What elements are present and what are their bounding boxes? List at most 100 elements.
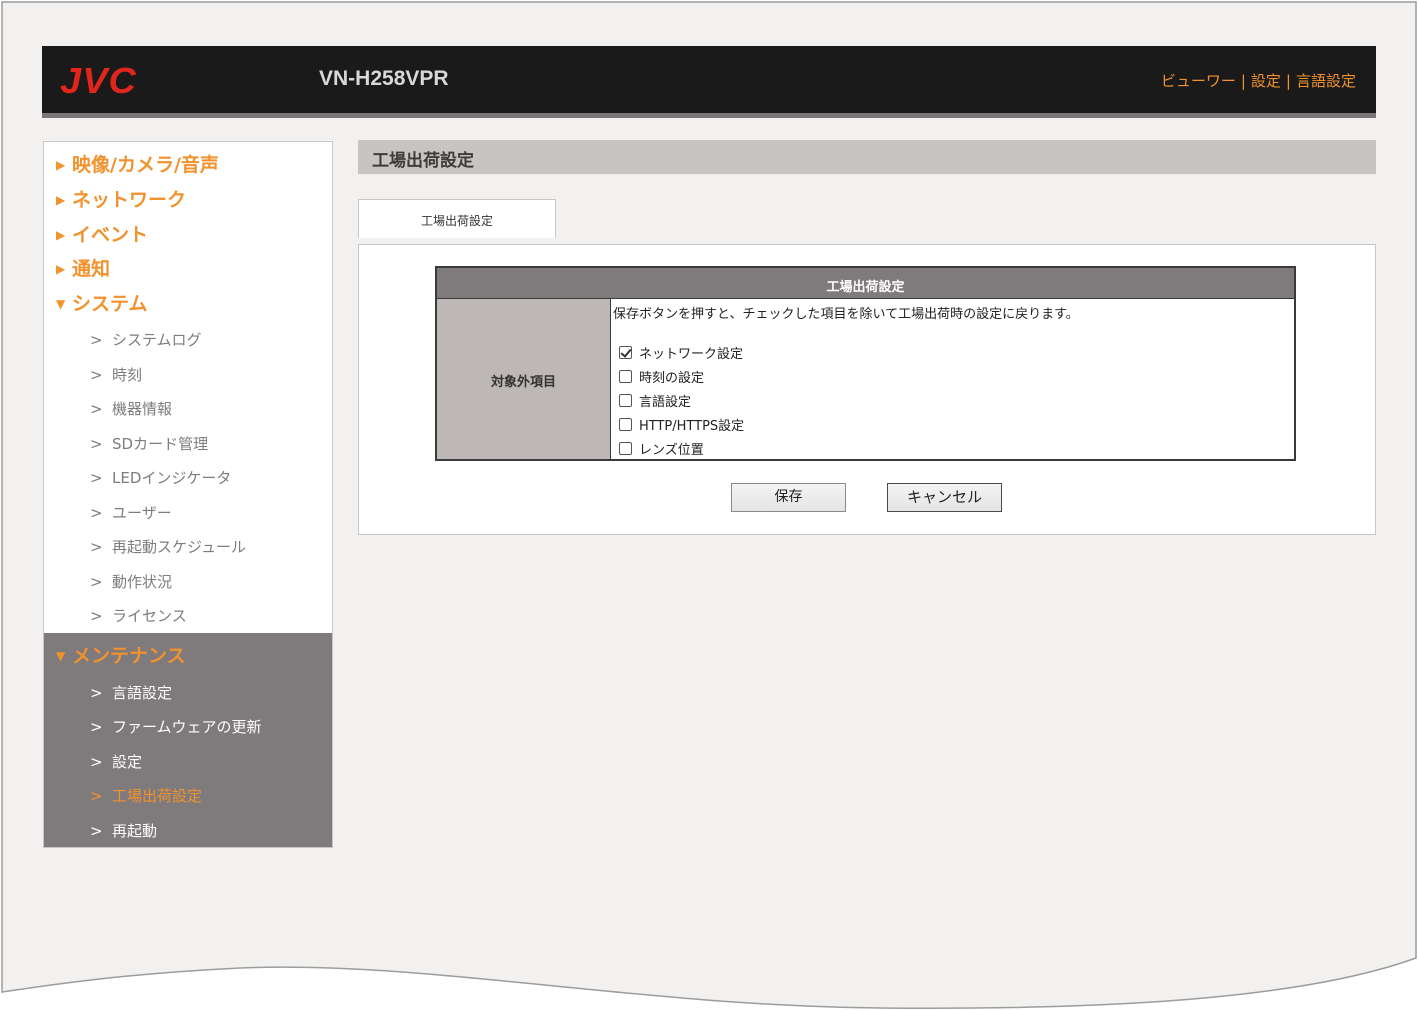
sidebar-item-reboot[interactable]: > 再起動 [90, 820, 157, 841]
sidebar-item-factory-reset[interactable]: > 工場出荷設定 [90, 785, 202, 806]
sidebar-category-label: ネットワーク [72, 189, 187, 211]
option-label: レンズ位置 [639, 443, 704, 458]
option-time[interactable]: 時刻の設定 [619, 367, 704, 386]
chevron-right-icon: > [90, 573, 103, 591]
chevron-right-icon: > [90, 331, 103, 349]
table-header: 工場出荷設定 [437, 268, 1294, 299]
chevron-right-icon: > [90, 753, 103, 771]
settings-table: 工場出荷設定 対象外項目 保存ボタンを押すと、チェックした項目を除いて工場出荷時… [435, 266, 1296, 461]
viewer-link[interactable]: ビューワー [1161, 70, 1236, 91]
chevron-right-icon: > [90, 538, 103, 556]
model-name: VN-H258VPR [319, 67, 449, 90]
chevron-right-icon: > [90, 366, 103, 384]
link-separator: | [1240, 71, 1246, 90]
sidebar-item-label: 機器情報 [112, 400, 173, 418]
sidebar-category-event[interactable]: ▶ イベント [56, 220, 148, 247]
checkbox-icon[interactable] [619, 394, 632, 407]
sidebar-item-label: システムログ [112, 331, 202, 349]
chevron-right-icon: > [90, 718, 103, 736]
chevron-right-icon: > [90, 607, 103, 625]
row-label: 対象外項目 [490, 375, 556, 390]
option-label: ネットワーク設定 [639, 347, 744, 362]
option-label: 言語設定 [639, 395, 692, 410]
chevron-right-icon: > [90, 504, 103, 522]
sidebar-item-label: ライセンス [112, 607, 187, 625]
page: JVC VN-H258VPR ビューワー | 設定 | 言語設定 ▶ 映像/カメラ… [0, 0, 1418, 1011]
triangle-right-icon: ▶ [56, 228, 66, 242]
sidebar-item-label: LEDインジケータ [112, 469, 232, 487]
checkbox-icon[interactable] [619, 442, 632, 455]
description-text: 保存ボタンを押すと、チェックした項目を除いて工場出荷時の設定に戻ります。 [613, 307, 1079, 322]
sidebar-item-license[interactable]: > ライセンス [90, 605, 187, 626]
sidebar-category-label: 通知 [72, 258, 111, 280]
option-language[interactable]: 言語設定 [619, 391, 691, 410]
sidebar-item-settings[interactable]: > 設定 [90, 751, 142, 772]
cancel-button[interactable]: キャンセル [887, 483, 1002, 512]
sidebar-item-status[interactable]: > 動作状況 [90, 571, 172, 592]
table-header-label: 工場出荷設定 [826, 280, 905, 295]
sidebar-item-firmware[interactable]: > ファームウェアの更新 [90, 716, 262, 737]
sidebar-category-label: 映像/カメラ/音声 [72, 154, 219, 176]
sidebar-item-label: 再起動 [112, 822, 158, 840]
option-network[interactable]: ネットワーク設定 [619, 343, 743, 362]
chevron-right-icon: > [90, 435, 103, 453]
option-http[interactable]: HTTP/HTTPS設定 [619, 415, 744, 434]
sidebar-maintenance-section: ▼ メンテナンス > 言語設定 > ファームウェアの更新 > 設定 > 工場出荷設定 > 再… [44, 633, 332, 847]
option-lens[interactable]: レンズ位置 [619, 439, 704, 458]
table-row-label-cell: 対象外項目 [437, 299, 611, 459]
sidebar-item-label: 工場出荷設定 [112, 787, 203, 805]
sidebar-item-label: 設定 [112, 753, 143, 771]
section-title-bar: 工場出荷設定 [358, 140, 1376, 174]
link-separator: | [1285, 71, 1291, 90]
sidebar-item-label: ユーザー [112, 504, 172, 522]
sidebar-category-video[interactable]: ▶ 映像/カメラ/音声 [56, 150, 219, 177]
option-label: HTTP/HTTPS設定 [639, 419, 745, 434]
save-button[interactable]: 保存 [731, 483, 846, 512]
sidebar-item-reboot-schedule[interactable]: > 再起動スケジュール [90, 536, 246, 557]
sidebar-item-label: 時刻 [112, 366, 143, 384]
header-links: ビューワー | 設定 | 言語設定 [1161, 70, 1356, 91]
jvc-logo: JVC [60, 60, 137, 101]
sidebar-category-maintenance[interactable]: ▼ メンテナンス [56, 641, 186, 668]
sidebar-category-label: システム [72, 293, 148, 315]
sidebar-item-language[interactable]: > 言語設定 [90, 682, 172, 703]
sidebar-item-label: SDカード管理 [112, 435, 209, 453]
triangle-right-icon: ▶ [56, 262, 66, 276]
sidebar-category-system[interactable]: ▼ システム [56, 289, 147, 316]
top-header: JVC VN-H258VPR ビューワー | 設定 | 言語設定 [42, 46, 1376, 118]
table-value-cell: 保存ボタンを押すと、チェックした項目を除いて工場出荷時の設定に戻ります。 ネット… [611, 299, 1294, 459]
sidebar-item-label: 再起動スケジュール [112, 538, 246, 556]
sidebar-item-label: ファームウェアの更新 [112, 718, 262, 736]
sidebar-item-led[interactable]: > LEDインジケータ [90, 467, 231, 488]
triangle-down-icon: ▼ [56, 297, 66, 311]
triangle-down-icon: ▼ [56, 649, 66, 663]
settings-link[interactable]: 設定 [1251, 70, 1281, 91]
sidebar-item-user[interactable]: > ユーザー [90, 502, 172, 523]
sidebar-category-label: メンテナンス [72, 645, 186, 667]
sidebar-item-device-info[interactable]: > 機器情報 [90, 398, 172, 419]
settings-panel: 工場出荷設定 対象外項目 保存ボタンを押すと、チェックした項目を除いて工場出荷時… [358, 244, 1376, 535]
triangle-right-icon: ▶ [56, 158, 66, 172]
chevron-right-icon: > [90, 469, 103, 487]
page-title: 工場出荷設定 [372, 151, 474, 171]
sidebar-item-label: 言語設定 [112, 684, 173, 702]
tab-label: 工場出荷設定 [420, 214, 493, 228]
sidebar-category-network[interactable]: ▶ ネットワーク [56, 185, 186, 212]
checkbox-icon[interactable] [619, 418, 632, 431]
chevron-right-icon: > [90, 822, 103, 840]
chevron-right-icon: > [90, 400, 103, 418]
sidebar-item-system-log[interactable]: > システムログ [90, 329, 202, 350]
sidebar-item-sd-card[interactable]: > SDカード管理 [90, 433, 208, 454]
sidebar-item-label: 動作状況 [112, 573, 173, 591]
sidebar-category-label: イベント [72, 224, 149, 246]
tab-factory-reset[interactable]: 工場出荷設定 [358, 199, 556, 238]
checkbox-icon[interactable] [619, 370, 632, 383]
sidebar-category-notification[interactable]: ▶ 通知 [56, 254, 110, 281]
triangle-right-icon: ▶ [56, 193, 66, 207]
sidebar: ▶ 映像/カメラ/音声 ▶ ネットワーク ▶ イベント ▶ 通知 ▼ システム > システム… [43, 141, 333, 848]
sidebar-item-time[interactable]: > 時刻 [90, 364, 142, 385]
language-link[interactable]: 言語設定 [1296, 70, 1356, 91]
chevron-right-icon: > [90, 787, 103, 805]
option-label: 時刻の設定 [639, 371, 705, 386]
checkbox-checked-icon[interactable] [619, 346, 632, 359]
